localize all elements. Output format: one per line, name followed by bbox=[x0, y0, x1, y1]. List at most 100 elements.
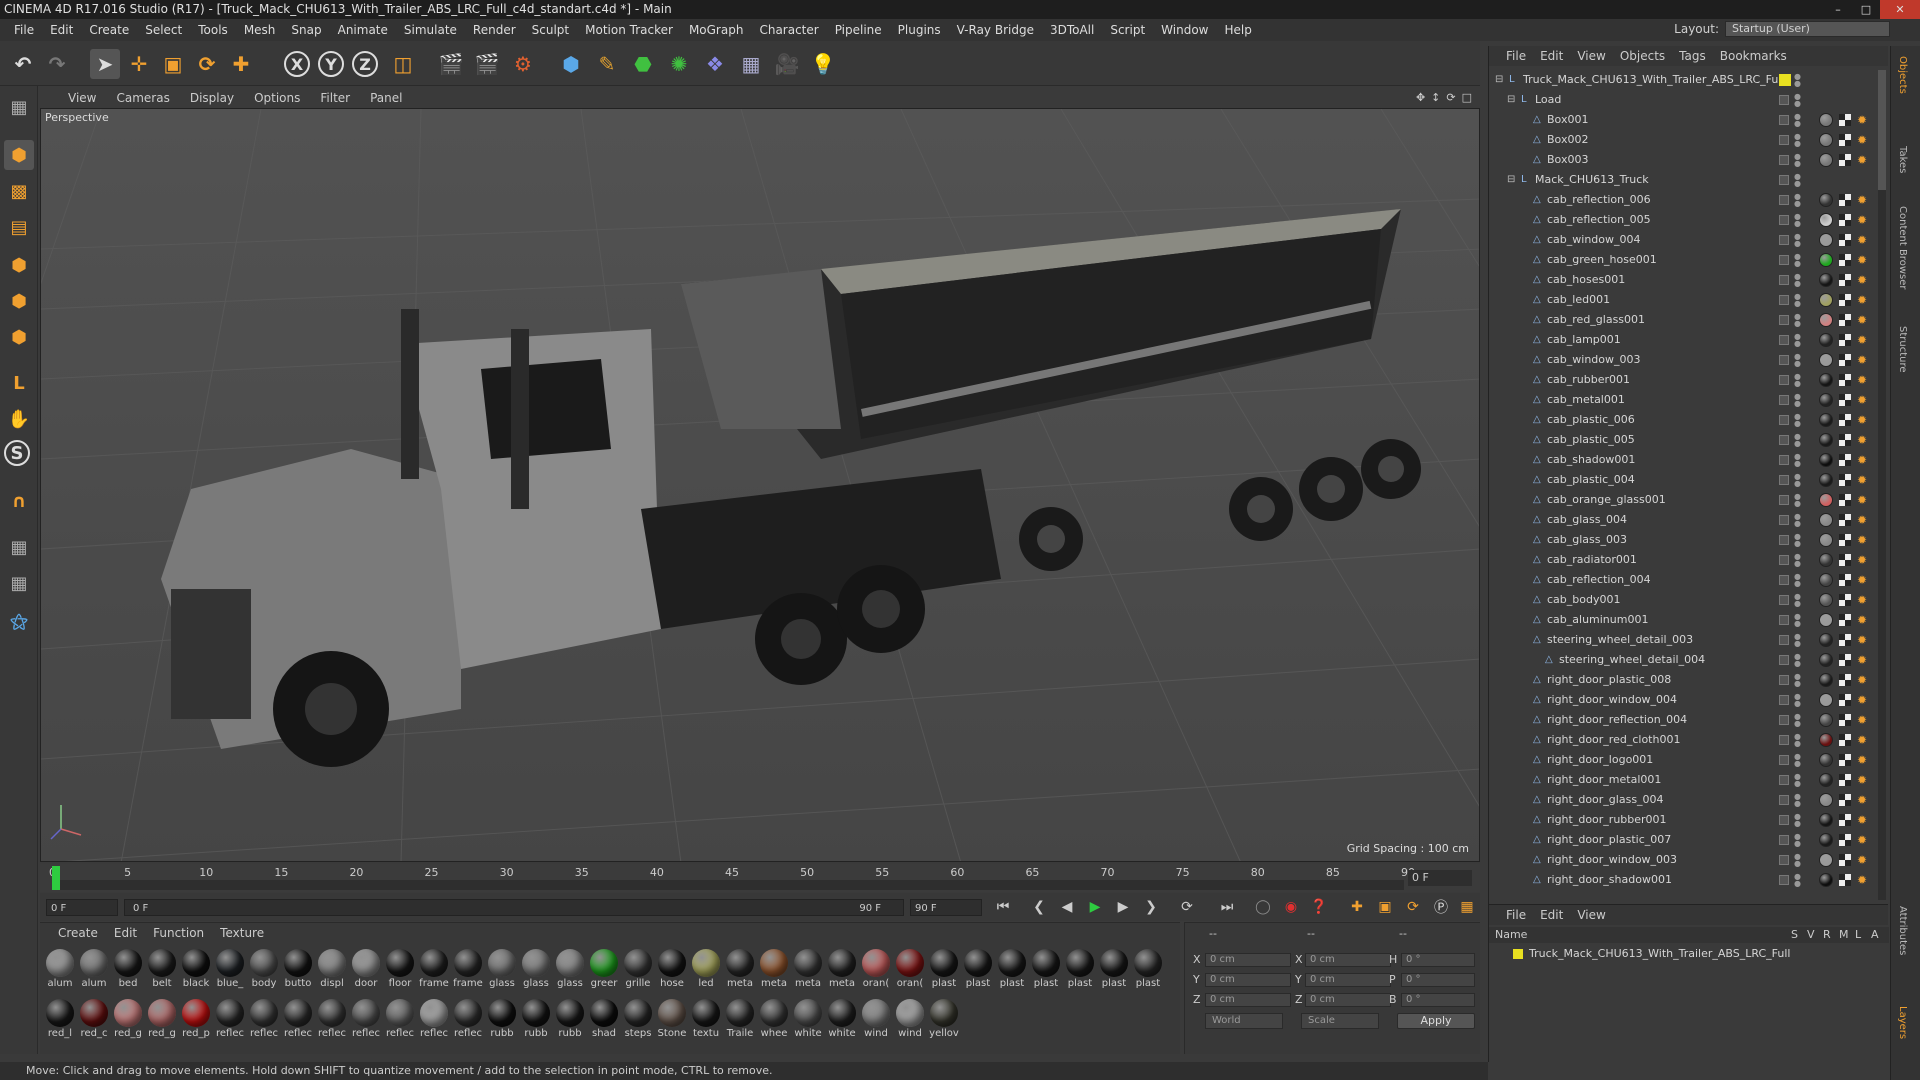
tweak-mode-icon[interactable]: ✋ bbox=[4, 404, 34, 434]
phong-tag-icon[interactable]: ✹ bbox=[1857, 214, 1869, 226]
object-row[interactable]: △ cab_orange_glass001 ● ● ✹ bbox=[1489, 490, 1889, 510]
layer-checkbox[interactable] bbox=[1779, 535, 1789, 545]
spline-pen-icon[interactable]: ✎ bbox=[592, 49, 622, 79]
end-frame-field[interactable]: 90 F bbox=[910, 899, 982, 916]
phong-tag-icon[interactable]: ✹ bbox=[1857, 514, 1869, 526]
texture-tag-icon[interactable] bbox=[1839, 734, 1851, 746]
model-mode-icon[interactable]: ⬢ bbox=[4, 140, 34, 170]
layer-column-s[interactable]: S bbox=[1791, 927, 1798, 943]
rot-p-field[interactable]: 0 ° bbox=[1401, 973, 1475, 987]
object-row[interactable]: △ cab_plastic_005 ● ● ✹ bbox=[1489, 430, 1889, 450]
object-row[interactable]: △ cab_radiator001 ● ● ✹ bbox=[1489, 550, 1889, 570]
object-row[interactable]: △ cab_glass_003 ● ● ✹ bbox=[1489, 530, 1889, 550]
visibility-dots-icon[interactable]: ● ● bbox=[1794, 373, 1801, 388]
object-row[interactable]: △ cab_hoses001 ● ● ✹ bbox=[1489, 270, 1889, 290]
phong-tag-icon[interactable]: ✹ bbox=[1857, 694, 1869, 706]
material-swatch[interactable]: whee bbox=[758, 999, 790, 1039]
visibility-dots-icon[interactable]: ● ● bbox=[1794, 133, 1801, 148]
material-swatch[interactable]: glass bbox=[486, 949, 518, 989]
expand-toggle-icon[interactable]: ⊟ bbox=[1495, 74, 1505, 86]
material-swatch[interactable]: white bbox=[792, 999, 824, 1039]
material-swatch[interactable]: reflec bbox=[316, 999, 348, 1039]
material-swatch[interactable]: greer bbox=[588, 949, 620, 989]
start-frame-field[interactable]: 0 F bbox=[46, 899, 118, 916]
texture-mode-icon[interactable]: ▩ bbox=[4, 176, 34, 206]
object-menu-objects[interactable]: Objects bbox=[1613, 49, 1672, 63]
layer-menu-view[interactable]: View bbox=[1570, 908, 1612, 922]
material-tag-icon[interactable] bbox=[1819, 153, 1833, 167]
object-row[interactable]: △ cab_reflection_004 ● ● ✹ bbox=[1489, 570, 1889, 590]
phong-tag-icon[interactable]: ✹ bbox=[1857, 614, 1869, 626]
texture-tag-icon[interactable] bbox=[1839, 714, 1851, 726]
object-row[interactable]: △ cab_reflection_005 ● ● ✹ bbox=[1489, 210, 1889, 230]
texture-tag-icon[interactable] bbox=[1839, 454, 1851, 466]
visibility-dots-icon[interactable]: ● ● bbox=[1794, 493, 1801, 508]
visibility-dots-icon[interactable]: ● ● bbox=[1794, 473, 1801, 488]
expand-toggle-icon[interactable]: ⊟ bbox=[1507, 174, 1517, 186]
material-swatch[interactable]: oran( bbox=[894, 949, 926, 989]
layer-checkbox[interactable] bbox=[1779, 155, 1789, 165]
object-row[interactable]: △ right_door_plastic_008 ● ● ✹ bbox=[1489, 670, 1889, 690]
size-x-field[interactable]: 0 cm bbox=[1305, 953, 1391, 967]
object-row[interactable]: △ cab_window_003 ● ● ✹ bbox=[1489, 350, 1889, 370]
material-swatch[interactable]: wind bbox=[894, 999, 926, 1039]
object-row[interactable]: △ right_door_reflection_004 ● ● ✹ bbox=[1489, 710, 1889, 730]
apply-button[interactable]: Apply bbox=[1397, 1013, 1475, 1029]
material-tag-icon[interactable] bbox=[1819, 813, 1833, 827]
material-menu-function[interactable]: Function bbox=[145, 926, 212, 940]
material-swatch[interactable]: plast bbox=[1064, 949, 1096, 989]
menu-character[interactable]: Character bbox=[751, 19, 826, 41]
material-swatch[interactable]: reflec bbox=[282, 999, 314, 1039]
menu-pipeline[interactable]: Pipeline bbox=[827, 19, 890, 41]
material-tag-icon[interactable] bbox=[1819, 833, 1833, 847]
material-swatch[interactable]: alum bbox=[78, 949, 110, 989]
material-tag-icon[interactable] bbox=[1819, 613, 1833, 627]
layer-column-l[interactable]: L bbox=[1855, 927, 1861, 943]
material-tag-icon[interactable] bbox=[1819, 353, 1833, 367]
viewport-menu-options[interactable]: Options bbox=[244, 91, 310, 105]
select-tool-icon[interactable]: ➤ bbox=[90, 49, 120, 79]
texture-tag-icon[interactable] bbox=[1839, 534, 1851, 546]
object-row[interactable]: △ right_door_shadow001 ● ● ✹ bbox=[1489, 870, 1889, 890]
light-icon[interactable]: 💡 bbox=[808, 49, 838, 79]
layer-checkbox[interactable] bbox=[1779, 275, 1789, 285]
object-row[interactable]: △ cab_led001 ● ● ✹ bbox=[1489, 290, 1889, 310]
texture-tag-icon[interactable] bbox=[1839, 154, 1851, 166]
visibility-dots-icon[interactable]: ● ● bbox=[1794, 613, 1801, 628]
live-selection-icon[interactable]: ✚ bbox=[226, 49, 256, 79]
camera-icon[interactable]: 🎥 bbox=[772, 49, 802, 79]
material-tag-icon[interactable] bbox=[1819, 293, 1833, 307]
pos-z-field[interactable]: 0 cm bbox=[1205, 993, 1291, 1007]
object-row[interactable]: △ right_door_metal001 ● ● ✹ bbox=[1489, 770, 1889, 790]
menu-help[interactable]: Help bbox=[1216, 19, 1259, 41]
param-key-icon[interactable]: Ⓟ bbox=[1430, 897, 1452, 917]
material-tag-icon[interactable] bbox=[1819, 693, 1833, 707]
layer-menu-edit[interactable]: Edit bbox=[1533, 908, 1570, 922]
visibility-dots-icon[interactable]: ● ● bbox=[1794, 313, 1801, 328]
material-tag-icon[interactable] bbox=[1819, 593, 1833, 607]
object-list-scrollbar[interactable] bbox=[1878, 70, 1886, 900]
go-to-start-icon[interactable]: ⏮ bbox=[992, 897, 1014, 917]
texture-tag-icon[interactable] bbox=[1839, 114, 1851, 126]
material-swatch[interactable]: led bbox=[690, 949, 722, 989]
material-menu-texture[interactable]: Texture bbox=[212, 926, 272, 940]
scale-tool-icon[interactable]: ▣ bbox=[158, 49, 188, 79]
layer-checkbox[interactable] bbox=[1779, 195, 1789, 205]
visibility-dots-icon[interactable]: ● ● bbox=[1794, 293, 1801, 308]
material-tag-icon[interactable] bbox=[1819, 313, 1833, 327]
polygons-mode-icon[interactable]: ⬢ bbox=[4, 322, 34, 352]
material-swatch[interactable]: meta bbox=[724, 949, 756, 989]
material-tag-icon[interactable] bbox=[1819, 753, 1833, 767]
visibility-dots-icon[interactable]: ● ● bbox=[1794, 253, 1801, 268]
material-tag-icon[interactable] bbox=[1819, 113, 1833, 127]
object-row[interactable]: △ cab_glass_004 ● ● ✹ bbox=[1489, 510, 1889, 530]
viewport-menu-panel[interactable]: Panel bbox=[360, 91, 412, 105]
layer-checkbox[interactable] bbox=[1779, 335, 1789, 345]
object-row[interactable]: △ cab_window_004 ● ● ✹ bbox=[1489, 230, 1889, 250]
visibility-dots-icon[interactable]: ● ● bbox=[1794, 153, 1801, 168]
texture-tag-icon[interactable] bbox=[1839, 754, 1851, 766]
phong-tag-icon[interactable]: ✹ bbox=[1857, 594, 1869, 606]
layer-checkbox[interactable] bbox=[1779, 215, 1789, 225]
playhead[interactable] bbox=[52, 866, 60, 890]
material-swatch[interactable]: red_g bbox=[146, 999, 178, 1039]
